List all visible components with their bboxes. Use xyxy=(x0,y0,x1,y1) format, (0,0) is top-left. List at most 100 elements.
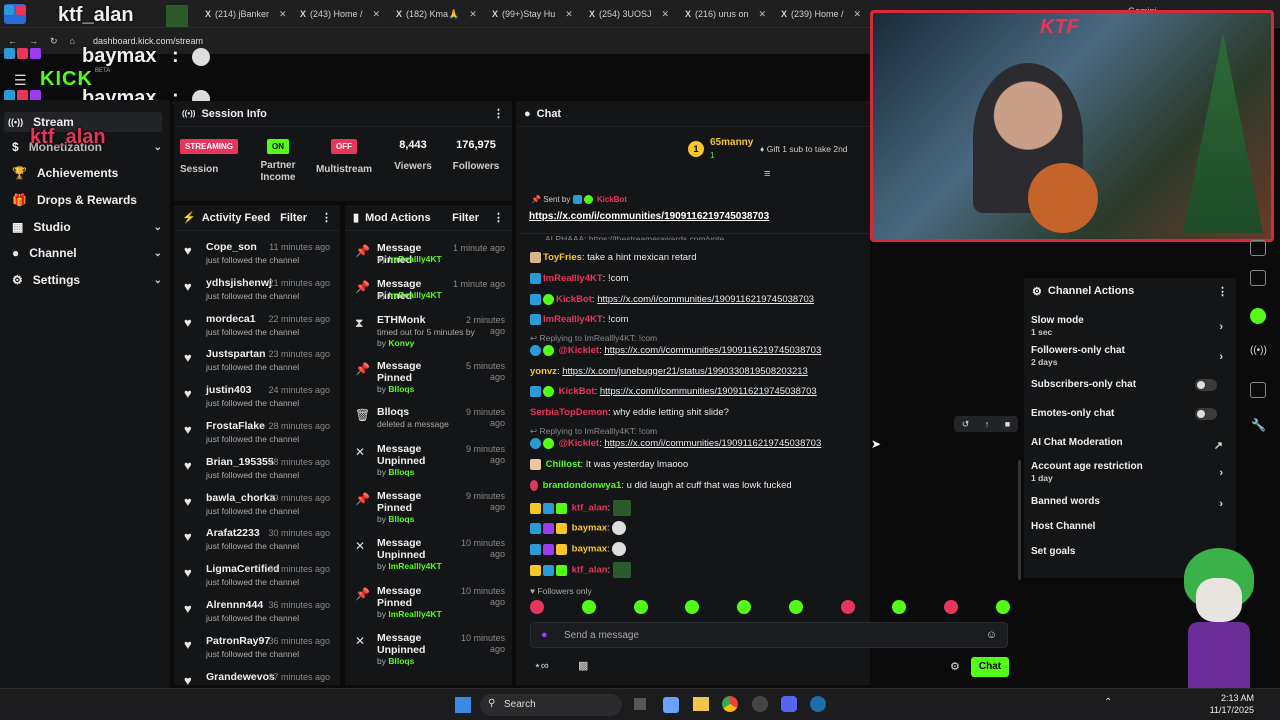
mod-action-moderator[interactable]: ImReallly4KT xyxy=(388,609,441,619)
subscribers-only-toggle[interactable] xyxy=(1195,379,1217,391)
pin-collapse-icon[interactable]: ≡ xyxy=(764,168,770,180)
menu-icon[interactable]: ☰ xyxy=(14,72,27,89)
slow-mode-item[interactable]: Slow mode 1 sec › xyxy=(1031,315,1231,337)
chat-icon[interactable] xyxy=(1250,308,1266,324)
discord-icon[interactable] xyxy=(781,696,797,712)
panel-icon[interactable] xyxy=(1250,240,1266,256)
clock-date[interactable]: 11/17/2025 xyxy=(1202,705,1254,715)
close-icon[interactable]: ✕ xyxy=(759,9,767,20)
settings-dots-icon[interactable]: ⋆∞ xyxy=(534,659,549,672)
activity-username[interactable]: FrostaFlake xyxy=(206,420,265,432)
pin-icon[interactable]: ↑ xyxy=(985,419,990,429)
activity-username[interactable]: Grandewevos xyxy=(206,671,275,683)
chat-link[interactable]: https://x.com/i/communities/190911621974… xyxy=(604,438,821,449)
chat-message[interactable]: KickBot: https://x.com/i/communities/190… xyxy=(530,294,814,305)
browser-tab[interactable]: X (216) urus on ✕ xyxy=(685,4,775,24)
activity-username[interactable]: justin403 xyxy=(206,384,252,396)
pinned-link[interactable]: https://x.com/i/communities/190911621974… xyxy=(529,211,769,222)
activity-username[interactable]: Justspartan xyxy=(206,348,266,360)
emote-icon[interactable] xyxy=(840,600,855,614)
steam-icon[interactable] xyxy=(810,696,826,712)
chat-message-serbia[interactable]: SerbiaTopDemon: why eddie letting shit s… xyxy=(530,407,729,418)
activity-item[interactable]: ♥ FrostaFlake 28 minutes ago just followed … xyxy=(174,420,334,456)
tray-chevron-icon[interactable]: ⌃ xyxy=(1104,697,1112,708)
mic-icon[interactable]: ● xyxy=(541,629,548,641)
chat-message-kickbot-2[interactable]: KickBot: https://x.com/i/communities/190… xyxy=(530,386,817,397)
mod-action-moderator[interactable]: ImReallly4KT xyxy=(388,254,441,264)
activity-item[interactable]: ♥ Arafat2233 30 minutes ago just followed t… xyxy=(174,527,334,563)
emote-icon[interactable] xyxy=(737,600,752,614)
trash-icon[interactable]: ■ xyxy=(1005,419,1010,429)
layout-icon[interactable] xyxy=(1250,382,1266,398)
chat-message-ktf-1[interactable]: ktf_alan: xyxy=(530,500,633,516)
emote-icon[interactable] xyxy=(530,600,544,614)
activity-item[interactable]: ♥ PatronRay97 36 minutes ago just followed … xyxy=(174,635,334,671)
folder-icon[interactable] xyxy=(693,697,709,711)
windows-start-icon[interactable] xyxy=(455,697,471,713)
sidebar-item-channel[interactable]: ● Channel ⌄ xyxy=(12,246,162,260)
chat-link[interactable]: https://x.com/junebugger21/status/199033… xyxy=(562,366,808,377)
app-icon[interactable] xyxy=(752,696,768,712)
emoji-icon[interactable]: ☺ xyxy=(986,629,997,641)
chat-username[interactable]: ImReallly4KT xyxy=(543,273,603,284)
browser-tab[interactable]: X (182) Kma🙏 ✕ xyxy=(396,4,486,24)
emote-icon[interactable] xyxy=(892,600,907,614)
taskbar-search[interactable]: ⚲ Search xyxy=(480,694,622,716)
home-icon[interactable]: ⌂ xyxy=(70,36,75,46)
banned-words-item[interactable]: Banned words › xyxy=(1031,496,1231,510)
browser-tab[interactable]: X (239) Home / ✕ xyxy=(781,4,871,24)
emote-icon[interactable] xyxy=(685,600,700,614)
chat-message-chillost[interactable]: Chillost: It was yesterday lmaooo xyxy=(530,459,688,470)
chat-message-baymax-2[interactable]: baymax: xyxy=(530,542,628,556)
account-age-item[interactable]: Account age restriction 1 day › xyxy=(1031,461,1231,483)
followers-only-item[interactable]: Followers-only chat 2 days › xyxy=(1031,345,1231,367)
activity-username[interactable]: mordeca1 xyxy=(206,313,256,325)
mod-action-moderator[interactable]: Konvy xyxy=(388,338,414,348)
top-gifter-name[interactable]: 65manny xyxy=(710,137,753,148)
activity-item[interactable]: ♥ bawla_chorka 29 minutes ago just followed… xyxy=(174,492,334,528)
gift-prompt[interactable]: ♦ Gift 1 sub to take 2nd xyxy=(760,144,848,154)
emote-icon[interactable] xyxy=(788,600,803,614)
activity-item[interactable]: ♥ Cope_son 11 minutes ago just followed the… xyxy=(174,241,334,277)
mod-action-moderator[interactable]: Blloqs xyxy=(388,467,414,477)
ai-moderation-item[interactable]: AI Chat Moderation ↗ xyxy=(1031,437,1231,452)
chat-message[interactable]: ToyFries: take a hint mexican retard xyxy=(530,252,696,263)
broadcast-icon[interactable]: ((•)) xyxy=(1250,345,1267,356)
more-icon[interactable]: ⋮ xyxy=(321,211,332,224)
wrench-icon[interactable]: 🔧 xyxy=(1251,418,1266,432)
chat-message[interactable]: ImReallly4KT: !com xyxy=(530,273,629,284)
activity-item[interactable]: ♥ LigmaCertified 34 minutes ago just follow… xyxy=(174,563,334,599)
sidebar-item-achievements[interactable]: 🏆 Achievements xyxy=(12,166,162,180)
store-icon[interactable]: ▩ xyxy=(578,659,588,672)
close-icon[interactable]: ✕ xyxy=(373,9,381,20)
sidebar-item-studio[interactable]: ▦ Studio ⌄ xyxy=(12,220,162,234)
chat-message-yonvz[interactable]: yonvz: https://x.com/junebugger21/status… xyxy=(530,366,808,377)
clock-time[interactable]: 2:13 AM xyxy=(1210,693,1254,703)
chat-link[interactable]: https://x.com/i/communities/190911621974… xyxy=(597,294,814,305)
chrome-icon[interactable] xyxy=(722,696,738,712)
chat-input[interactable]: ● Send a message ☺ xyxy=(530,622,1008,648)
chat-username[interactable]: ImReallly4KT xyxy=(543,314,603,325)
activity-username[interactable]: Alrennn444 xyxy=(206,599,263,611)
emote-icon[interactable] xyxy=(581,600,596,614)
partner-on-badge[interactable]: ON xyxy=(267,139,289,154)
pinned-user[interactable]: KickBot xyxy=(597,195,627,204)
activity-item[interactable]: ♥ mordeca1 22 minutes ago just followed the… xyxy=(174,313,334,349)
activity-item[interactable]: ♥Grandewevos37 minutes agojust followed … xyxy=(174,671,334,685)
close-icon[interactable]: ✕ xyxy=(279,9,287,20)
emote-icon[interactable] xyxy=(633,600,648,614)
sidebar-item-drops[interactable]: 🎁 Drops & Rewards xyxy=(12,193,162,207)
browser-tab[interactable]: X (243) Home / ✕ xyxy=(300,4,390,24)
mod-action-moderator[interactable]: Blloqs xyxy=(388,514,414,524)
more-icon[interactable]: ⋮ xyxy=(1217,285,1228,298)
chat-send-button[interactable]: Chat xyxy=(971,657,1009,677)
close-icon[interactable]: ✕ xyxy=(469,9,477,20)
close-icon[interactable]: ✕ xyxy=(565,9,573,20)
browser-tab[interactable]: X (254) 3UOSJ ✕ xyxy=(589,4,679,24)
chat-message-kicklet-2[interactable]: @Kicklet: https://x.com/i/communities/19… xyxy=(530,438,821,449)
activity-username[interactable]: bawla_chorka xyxy=(206,492,275,504)
activity-username[interactable]: PatronRay97 xyxy=(206,635,270,647)
sidebar-item-settings[interactable]: ⚙ Settings ⌄ xyxy=(12,273,162,287)
chat-link[interactable]: https://x.com/i/communities/190911621974… xyxy=(604,345,821,356)
browser-tab[interactable]: X (214) jBanker ✕ xyxy=(205,4,295,24)
